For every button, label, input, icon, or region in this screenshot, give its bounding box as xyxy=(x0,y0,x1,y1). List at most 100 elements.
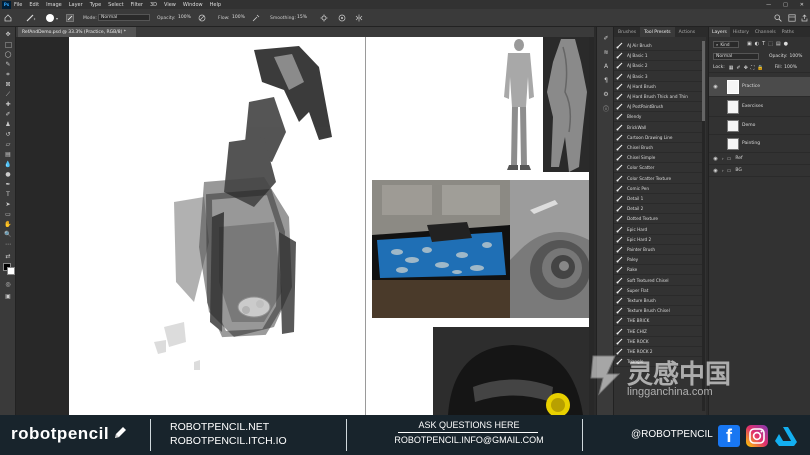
eraser-tool-icon[interactable]: ▱ xyxy=(4,141,12,148)
footer-site2[interactable]: ROBOTPENCIL.ITCH.IO xyxy=(170,435,287,447)
character-panel-icon[interactable]: A xyxy=(602,63,610,70)
preset-item[interactable]: Chisel Brush xyxy=(614,143,702,153)
healing-brush-tool-icon[interactable]: ✚ xyxy=(4,101,12,108)
history-brush-tool-icon[interactable]: ↺ xyxy=(4,131,12,138)
chevron-right-icon[interactable]: › xyxy=(722,168,724,173)
tab-channels[interactable]: Channels xyxy=(752,27,779,37)
smoothing-value[interactable]: 15% xyxy=(295,14,307,21)
menu-3d[interactable]: 3D xyxy=(150,2,157,8)
gradient-tool-icon[interactable]: ▤ xyxy=(4,151,12,158)
footer-handle[interactable]: @ROBOTPENCIL xyxy=(631,429,713,440)
menu-view[interactable]: View xyxy=(164,2,176,8)
menu-select[interactable]: Select xyxy=(108,2,123,8)
footer-email[interactable]: ROBOTPENCIL.INFO@GMAIL.COM xyxy=(390,435,548,445)
preset-item[interactable]: AJ PsstPaintBrush xyxy=(614,102,702,113)
preset-item[interactable]: AJ Basic 3 xyxy=(614,72,702,82)
tab-paths[interactable]: Paths xyxy=(779,27,797,37)
screen-mode-icon[interactable]: ▣ xyxy=(4,293,12,300)
tab-layers[interactable]: Layers xyxy=(709,27,730,37)
symmetry-icon[interactable] xyxy=(355,14,363,22)
preset-item[interactable]: Texture Brush Chisel xyxy=(614,306,702,317)
brush-panel-icon[interactable]: ✐ xyxy=(602,35,610,42)
swap-colors-icon[interactable]: ⇄ xyxy=(4,253,12,260)
preset-item[interactable]: Paley xyxy=(614,255,702,266)
layer-row[interactable]: Painting xyxy=(709,135,810,153)
tab-brushes[interactable]: Brushes xyxy=(614,27,640,37)
visibility-eye-icon[interactable]: ◉ xyxy=(712,168,719,174)
preset-item[interactable]: THE ROCK xyxy=(614,337,702,347)
share-icon[interactable] xyxy=(801,14,808,22)
preset-item[interactable]: Detail 2 xyxy=(614,204,702,215)
marquee-tool-icon[interactable] xyxy=(4,41,12,48)
chevron-right-icon[interactable]: › xyxy=(722,156,724,161)
preset-item[interactable]: Color Scatter Texture xyxy=(614,174,702,184)
minimize-icon[interactable]: — xyxy=(766,2,771,8)
brush-settings-icon[interactable] xyxy=(66,14,74,22)
blend-mode-select[interactable]: Normal xyxy=(713,52,759,60)
preset-item[interactable]: Epic Hard xyxy=(614,225,702,235)
preset-item[interactable]: THE CHIZ xyxy=(614,327,702,337)
hand-tool-icon[interactable]: ✋ xyxy=(4,221,12,228)
layer-row[interactable]: Demo xyxy=(709,117,810,135)
more-tools-icon[interactable]: ⋯ xyxy=(4,241,12,248)
tab-history[interactable]: History xyxy=(730,27,752,37)
preset-item[interactable]: Dotted Texture xyxy=(614,214,702,225)
layer-row[interactable]: ◉ › ▭ Ref xyxy=(709,153,810,165)
brush-tool-icon[interactable]: ✐ xyxy=(4,111,12,118)
scrollbar-thumb[interactable] xyxy=(702,41,705,121)
zoom-tool-icon[interactable]: 🔍 xyxy=(4,231,12,238)
clone-stamp-tool-icon[interactable]: ♟ xyxy=(4,121,12,128)
preset-item[interactable]: AJ Air Brush xyxy=(614,41,702,51)
preset-item[interactable]: Chisel Simple xyxy=(614,153,702,164)
brush-settings-panel-icon[interactable]: ≋ xyxy=(602,49,610,56)
preset-item[interactable]: Soft Textured Chisel xyxy=(614,276,702,286)
smoothing-options-icon[interactable] xyxy=(320,14,328,22)
facebook-icon[interactable]: f xyxy=(718,425,740,447)
lock-icons[interactable]: ▦✐✥⛶🔒 xyxy=(729,65,767,71)
layer-kind-filter[interactable]: ⌕ Kind xyxy=(713,40,739,48)
menu-filter[interactable]: Filter xyxy=(131,2,143,8)
preset-item[interactable]: Blendy xyxy=(614,112,702,123)
info-panel-icon[interactable]: ⓘ xyxy=(602,105,610,113)
menu-edit[interactable]: Edit xyxy=(29,2,39,8)
menu-file[interactable]: File xyxy=(14,2,22,8)
preset-item[interactable]: Cartoon Drawing Line xyxy=(614,133,702,143)
preset-item[interactable]: BrickWall xyxy=(614,123,702,133)
preset-item[interactable]: Comic Pen xyxy=(614,184,702,194)
instagram-icon[interactable] xyxy=(746,425,768,447)
preset-item[interactable]: AJ Basic 1 xyxy=(614,51,702,62)
paragraph-panel-icon[interactable]: ¶ xyxy=(602,77,610,84)
visibility-eye-icon[interactable]: ◉ xyxy=(712,84,719,90)
quick-select-tool-icon[interactable]: ✎ xyxy=(4,61,12,68)
preset-item[interactable]: THE BRICK xyxy=(614,316,702,327)
document-tab[interactable]: RefAndDemo.psd @ 33.3% (Practice, RGB/8)… xyxy=(18,27,136,37)
tab-actions[interactable]: Actions xyxy=(675,27,699,37)
preset-item[interactable]: AJ Basic 2 xyxy=(614,61,702,72)
preset-item[interactable]: Epic Hard 2 xyxy=(614,235,702,245)
menu-type[interactable]: Type xyxy=(90,2,101,8)
search-icon[interactable] xyxy=(774,14,782,22)
layer-row[interactable]: Exercises xyxy=(709,97,810,117)
dodge-tool-icon[interactable]: ● xyxy=(4,171,12,178)
preset-item[interactable]: Texture Brush xyxy=(614,296,702,306)
shape-tool-icon[interactable]: ▭ xyxy=(4,211,12,218)
pen-tool-icon[interactable]: ✒ xyxy=(4,181,12,188)
menu-image[interactable]: Image xyxy=(46,2,62,8)
layer-opacity-value[interactable]: 100% xyxy=(790,54,803,59)
flow-value[interactable]: 100% xyxy=(230,14,245,21)
workspace-icon[interactable] xyxy=(788,14,796,22)
preset-item[interactable]: Painter Brush xyxy=(614,245,702,255)
layer-filter-icons[interactable]: ▣◐T⬚▤● xyxy=(747,41,791,47)
eyedropper-tool-icon[interactable]: ⟋ xyxy=(4,91,12,98)
fill-value[interactable]: 100% xyxy=(784,65,797,70)
blur-tool-icon[interactable]: 💧 xyxy=(4,161,12,168)
close-icon[interactable]: ✕ xyxy=(800,2,804,8)
layer-row[interactable]: ◉ › ▭ BG xyxy=(709,165,810,177)
maximize-icon[interactable]: □ xyxy=(783,2,788,8)
preset-item[interactable]: Color Scatter xyxy=(614,163,702,174)
airbrush-icon[interactable] xyxy=(252,14,260,22)
opacity-value[interactable]: 100% xyxy=(176,14,191,21)
document-canvas[interactable] xyxy=(69,37,589,415)
move-tool-icon[interactable]: ✥ xyxy=(4,31,12,38)
frame-tool-icon[interactable]: ⊠ xyxy=(4,81,12,88)
